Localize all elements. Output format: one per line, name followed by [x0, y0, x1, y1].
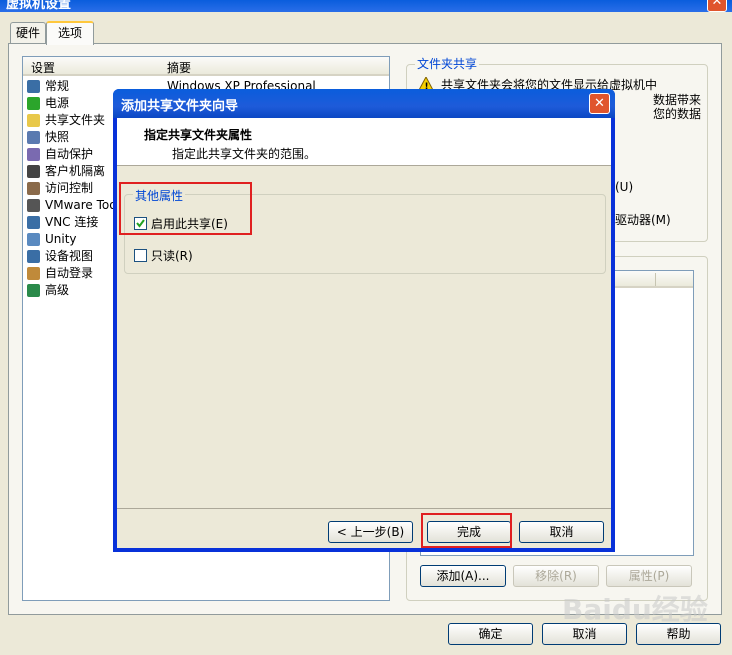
folder-properties-button[interactable]: 属性(P): [606, 565, 692, 587]
access-control-icon: [27, 182, 40, 195]
list-item-label: 自动登录: [45, 266, 94, 280]
ok-button[interactable]: 确定: [448, 623, 533, 645]
read-only-label[interactable]: 只读(R): [151, 247, 193, 264]
column-divider: [655, 273, 656, 286]
lock-icon: [27, 165, 40, 178]
list-item-label: 自动保护: [45, 147, 94, 161]
window-title-bar: 虚拟机设置: [0, 0, 732, 12]
dialog-close-button[interactable]: ✕: [589, 93, 610, 114]
vmware-tools-icon: [27, 199, 40, 212]
general-icon: [27, 80, 40, 93]
add-shared-folder-dialog: 添加共享文件夹向导 ✕ 指定共享文件夹属性 指定此共享文件夹的范围。 其他属性 …: [113, 89, 615, 552]
vnc-icon: [27, 216, 40, 229]
dialog-subheading: 指定此共享文件夹的范围。: [172, 147, 317, 161]
dialog-body: 指定共享文件夹属性 指定此共享文件夹的范围。 其他属性 启用此共享(E) 只读(…: [117, 118, 611, 548]
autoprotect-icon: [27, 148, 40, 161]
advanced-icon: [27, 284, 40, 297]
unity-icon: [27, 233, 40, 246]
list-item-label: 高级: [45, 283, 70, 297]
list-item-label: 快照: [45, 130, 70, 144]
option-m-label[interactable]: 驱动器(M): [615, 211, 671, 228]
dialog-heading: 指定共享文件夹属性: [144, 128, 253, 142]
list-header: 设置 摘要: [23, 57, 389, 76]
option-u-label[interactable]: (U): [615, 180, 633, 194]
shared-folder-icon: [27, 114, 40, 127]
tab-hardware[interactable]: 硬件: [10, 22, 46, 44]
list-item-label: 电源: [45, 96, 70, 110]
folder-sharing-title: 文件夹共享: [415, 55, 480, 72]
column-header-summary[interactable]: 摘要: [167, 59, 191, 76]
device-view-icon: [27, 250, 40, 263]
add-folder-button[interactable]: 添加(A)...: [420, 565, 506, 587]
warning-text-3: 您的数据: [653, 107, 702, 121]
list-item-label: Unity: [45, 232, 77, 246]
snapshot-icon: [27, 131, 40, 144]
tab-options[interactable]: 选项: [46, 21, 94, 45]
back-button[interactable]: < 上一步(B): [328, 521, 413, 543]
highlight-box-enable-share: [119, 182, 252, 235]
window-close-button[interactable]: ✕: [707, 0, 727, 12]
read-only-checkbox[interactable]: [134, 249, 147, 262]
watermark: Baidu经验: [562, 593, 708, 626]
dialog-title: 添加共享文件夹向导: [121, 99, 239, 114]
column-header-setting[interactable]: 设置: [31, 59, 55, 76]
highlight-box-finish: [421, 513, 512, 548]
dialog-cancel-button[interactable]: 取消: [519, 521, 604, 543]
list-item-label: 访问控制: [45, 181, 94, 195]
list-item-label: VMware Too: [45, 198, 117, 212]
autologin-icon: [27, 267, 40, 280]
window-title: 虚拟机设置: [6, 0, 72, 12]
list-item-label: VNC 连接: [45, 215, 99, 229]
list-item-label: 共享文件夹: [45, 113, 106, 127]
remove-folder-button[interactable]: 移除(R): [513, 565, 599, 587]
bottom-divider: [117, 508, 611, 509]
list-item-label: 设备视图: [45, 249, 94, 263]
dialog-title-bar: 添加共享文件夹向导: [113, 89, 615, 118]
power-icon: [27, 97, 40, 110]
list-item-label: 客户机隔离: [45, 164, 106, 178]
dialog-header: 指定共享文件夹属性 指定此共享文件夹的范围。: [117, 118, 611, 166]
list-item-label: 常规: [45, 79, 70, 93]
